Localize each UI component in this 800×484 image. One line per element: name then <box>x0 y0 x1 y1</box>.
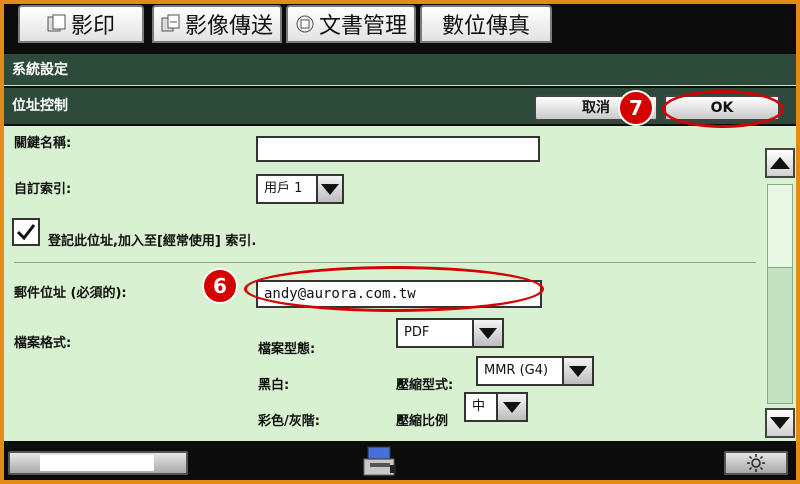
tab-copy-label: 影印 <box>70 14 115 39</box>
compression-mode-select[interactable]: MMR (G4) <box>476 356 594 386</box>
scroll-thumb[interactable] <box>767 184 793 268</box>
status-bar <box>4 441 796 480</box>
register-checkbox[interactable] <box>12 218 40 246</box>
scroll-down-button[interactable] <box>765 408 795 438</box>
compression-ratio-label: 壓縮比例 <box>396 414 449 429</box>
chevron-down-icon <box>472 318 504 348</box>
tab-document-filing[interactable]: 文書管理 <box>286 5 416 43</box>
job-status-button[interactable] <box>8 451 188 475</box>
custom-index-select[interactable]: 用戶 1 <box>256 174 344 204</box>
tab-document-filing-label: 文書管理 <box>318 14 407 39</box>
image-send-icon <box>161 14 180 32</box>
email-label: 郵件位址 (必須的): <box>14 286 127 301</box>
name-field[interactable] <box>256 136 540 162</box>
color-gray-label: 彩色/灰階: <box>258 414 320 429</box>
tab-image-send[interactable]: 影像傳送 <box>152 5 282 43</box>
arrow-down-icon <box>770 417 790 429</box>
touch-screen: 影印 影像傳送 文書管理 數位傳真 系統設定 位址控制 取消 OK 關鍵名稱: … <box>4 4 796 480</box>
tab-copy[interactable]: 影印 <box>18 5 144 43</box>
custom-index-value: 用戶 1 <box>256 174 316 204</box>
arrow-up-icon <box>770 157 790 169</box>
email-highlight-ring <box>244 266 544 312</box>
document-filing-icon <box>296 15 314 33</box>
file-type-label: 檔案型態: <box>258 342 316 357</box>
checkmark-icon <box>16 224 36 241</box>
tab-digital-fax[interactable]: 數位傳真 <box>420 5 552 43</box>
custom-index-label: 自訂索引: <box>14 182 72 197</box>
device-frame: 影印 影像傳送 文書管理 數位傳真 系統設定 位址控制 取消 OK 關鍵名稱: … <box>0 0 800 484</box>
divider <box>14 262 756 263</box>
file-type-select[interactable]: PDF <box>396 318 504 348</box>
file-type-value: PDF <box>396 318 472 348</box>
name-label: 關鍵名稱: <box>14 136 72 151</box>
step-marker-6: 6 <box>202 268 238 304</box>
chevron-down-icon <box>316 174 344 204</box>
copy-icon <box>47 14 66 32</box>
tab-image-send-label: 影像傳送 <box>184 14 273 39</box>
section-title: 系統設定 <box>12 62 68 78</box>
brightness-button[interactable] <box>724 451 788 475</box>
brightness-icon <box>747 454 765 472</box>
compression-ratio-select[interactable]: 中 <box>464 392 528 422</box>
file-format-label: 檔案格式: <box>14 336 72 351</box>
machine-status-icon[interactable] <box>360 443 400 479</box>
page-title: 位址控制 <box>12 98 68 114</box>
bw-label: 黑白: <box>258 378 290 393</box>
section-header: 系統設定 <box>4 54 796 86</box>
step-marker-7: 7 <box>618 90 654 126</box>
chevron-down-icon <box>562 356 594 386</box>
cancel-button-label: 取消 <box>582 100 610 116</box>
tab-digital-fax-label: 數位傳真 <box>441 14 530 39</box>
register-checkbox-label: 登記此位址,加入至[經常使用] 索引. <box>48 234 257 249</box>
compression-mode-label: 壓縮型式: <box>396 378 454 393</box>
ok-highlight-ring <box>662 90 784 128</box>
job-status-display <box>40 455 154 471</box>
scrollbar[interactable] <box>760 126 796 441</box>
compression-ratio-value: 中 <box>464 392 496 422</box>
chevron-down-icon <box>496 392 528 422</box>
compression-mode-value: MMR (G4) <box>476 356 562 386</box>
scroll-up-button[interactable] <box>765 148 795 178</box>
